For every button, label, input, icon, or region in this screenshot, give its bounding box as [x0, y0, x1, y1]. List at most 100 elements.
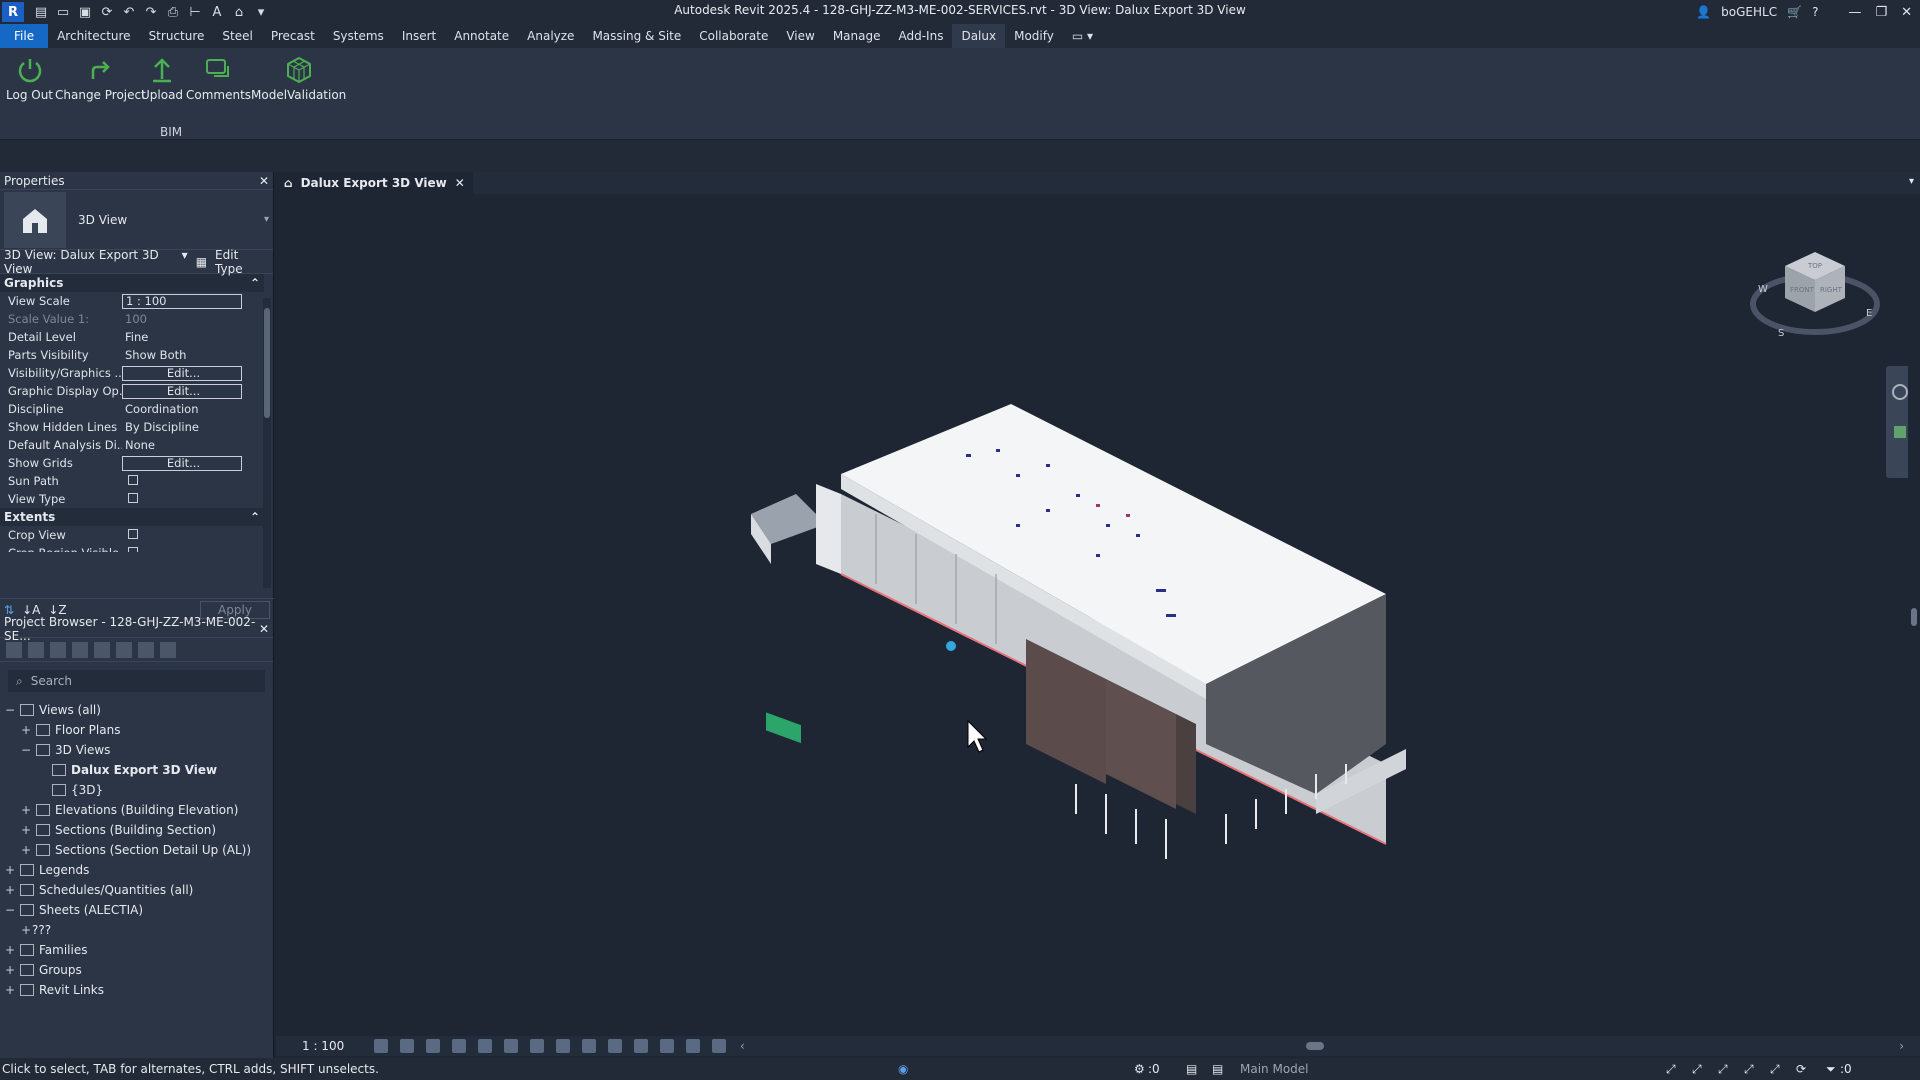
expand-icon[interactable]: + [4, 943, 16, 957]
scroll-right-icon[interactable]: › [1899, 1039, 1904, 1053]
visual-style-icon[interactable] [400, 1039, 414, 1053]
tab-file[interactable]: File [0, 24, 49, 48]
scroll-left-icon[interactable]: ‹ [740, 1039, 745, 1053]
tab-structure[interactable]: Structure [140, 24, 214, 48]
close-icon[interactable]: ✕ [259, 622, 269, 636]
property-value[interactable]: Fine [122, 330, 242, 344]
detail-level-icon[interactable] [374, 1039, 388, 1053]
close-icon[interactable]: ✕ [1901, 5, 1912, 20]
link-icon[interactable] [160, 641, 176, 658]
building-model[interactable] [276, 194, 1920, 1038]
property-value[interactable] [122, 474, 242, 488]
comments-button[interactable]: Comments [186, 54, 251, 102]
analytical-model-icon[interactable] [686, 1039, 700, 1053]
expand-icon[interactable]: + [20, 723, 32, 737]
worksets-icon[interactable]: ◉ [898, 1062, 908, 1076]
sun-path-icon[interactable] [426, 1039, 440, 1053]
property-row[interactable]: Discipline Coordination [0, 400, 273, 418]
property-value[interactable]: Coordination [122, 402, 242, 416]
select-underlay-icon[interactable]: ⤢ [1692, 1062, 1702, 1077]
expand-icon[interactable]: + [4, 963, 16, 977]
sheets-icon[interactable] [116, 641, 132, 658]
editable-only-icon[interactable]: ⚙ [1134, 1062, 1145, 1076]
measure-icon[interactable]: ⊢ [186, 3, 204, 21]
tab-massing-site[interactable]: Massing & Site [583, 24, 690, 48]
tab-manage[interactable]: Manage [824, 24, 890, 48]
checkbox[interactable] [128, 529, 138, 539]
active-model[interactable]: Main Model [1240, 1062, 1309, 1076]
canvas-vertical-scrollbar[interactable] [1908, 194, 1920, 1038]
contextual-tab-icon[interactable]: ▭ ▾ [1063, 24, 1102, 48]
expand-icon[interactable]: + [20, 823, 32, 837]
temporary-hide-icon[interactable] [582, 1039, 596, 1053]
drawing-area[interactable]: TOP FRONT RIGHT W S E [276, 194, 1920, 1038]
design-options-icon[interactable]: ▤ [1186, 1062, 1197, 1076]
tab-collaborate[interactable]: Collaborate [690, 24, 777, 48]
browser-item[interactable]: Dalux Export 3D View [0, 760, 273, 780]
expand-icon[interactable]: + [4, 883, 16, 897]
expand-icon[interactable]: + [20, 923, 32, 937]
user-icon[interactable]: 👤 [1696, 5, 1711, 19]
restore-icon[interactable]: ❐ [1875, 5, 1887, 20]
collapse-icon[interactable]: ⌃ [250, 276, 260, 290]
open-icon[interactable]: ▭ [54, 3, 72, 21]
property-row[interactable]: Show Hidden Lines By Discipline [0, 418, 273, 436]
expand-icon[interactable]: + [4, 863, 16, 877]
save-icon[interactable]: ▣ [76, 3, 94, 21]
browser-search[interactable]: ⌕ Search [8, 670, 265, 692]
user-name[interactable]: boGEHLC [1721, 5, 1777, 19]
horizontal-scrollbar-thumb[interactable] [1306, 1042, 1324, 1050]
property-value[interactable]: Edit... [122, 455, 242, 471]
tab-steel[interactable]: Steel [213, 24, 261, 48]
property-row[interactable]: Crop Region Visible [0, 544, 273, 552]
print-icon[interactable]: ⎙ [164, 3, 182, 21]
log-out-button[interactable]: Log Out [6, 54, 53, 102]
edit-type-button[interactable]: Edit Type [215, 248, 269, 276]
property-value[interactable] [122, 492, 242, 506]
tab-analyze[interactable]: Analyze [518, 24, 583, 48]
select-links-icon[interactable]: ⤢ [1666, 1062, 1676, 1077]
browser-item[interactable]: {3D} [0, 780, 273, 800]
model-validation-button[interactable]: ModelValidation [251, 54, 346, 102]
property-row[interactable]: Scale Value 1: 100 [0, 310, 273, 328]
collapse-icon[interactable]: − [4, 903, 16, 917]
home-icon[interactable]: ▤ [32, 3, 50, 21]
property-value[interactable] [122, 528, 242, 542]
viewcube[interactable]: TOP FRONT RIGHT W S E [1750, 244, 1880, 347]
property-row[interactable]: View Type [0, 490, 273, 508]
browser-item[interactable]: + Floor Plans [0, 720, 273, 740]
redo-icon[interactable]: ↷ [142, 3, 160, 21]
tab-annotate[interactable]: Annotate [445, 24, 518, 48]
property-row[interactable]: Parts Visibility Show Both [0, 346, 273, 364]
select-by-face-icon[interactable]: ⤢ [1744, 1062, 1754, 1077]
change-project-button[interactable]: Change Project [55, 54, 146, 102]
browser-item[interactable]: + Groups [0, 960, 273, 980]
close-icon[interactable]: ✕ [455, 176, 465, 190]
browser-item[interactable]: + Revit Links [0, 980, 273, 1000]
groups-icon[interactable] [138, 641, 154, 658]
close-icon[interactable]: ✕ [259, 174, 269, 188]
view-selector-dropdown[interactable]: 3D View: Dalux Export 3D View ▾ [4, 248, 188, 276]
property-row[interactable]: Crop View [0, 526, 273, 544]
highlight-displacement-icon[interactable] [712, 1039, 726, 1053]
browser-item[interactable]: + Schedules/Quantities (all) [0, 880, 273, 900]
browser-item[interactable]: + Legends [0, 860, 273, 880]
properties-scrollbar[interactable] [263, 298, 271, 588]
collapse-icon[interactable]: − [4, 703, 16, 717]
browser-item[interactable]: − Views (all) [0, 700, 273, 720]
text-icon[interactable]: A [208, 3, 226, 21]
tab-insert[interactable]: Insert [393, 24, 445, 48]
worksharing-icon[interactable] [634, 1039, 648, 1053]
edit-type-icon[interactable]: ▦ [196, 255, 207, 269]
property-row[interactable]: Graphic Display Op... Edit... [0, 382, 273, 400]
expand-icon[interactable]: + [20, 803, 32, 817]
show-crop-icon[interactable] [530, 1039, 544, 1053]
tab-menu-icon[interactable]: ▾ [1909, 176, 1914, 187]
default-3d-icon[interactable]: ⌂ [230, 3, 248, 21]
shadows-icon[interactable] [452, 1039, 466, 1053]
checkbox[interactable] [128, 475, 138, 485]
property-row[interactable]: Detail Level Fine [0, 328, 273, 346]
browser-item[interactable]: − 3D Views [0, 740, 273, 760]
property-row[interactable]: Show Grids Edit... [0, 454, 273, 472]
zoom-icon[interactable] [1894, 426, 1906, 438]
